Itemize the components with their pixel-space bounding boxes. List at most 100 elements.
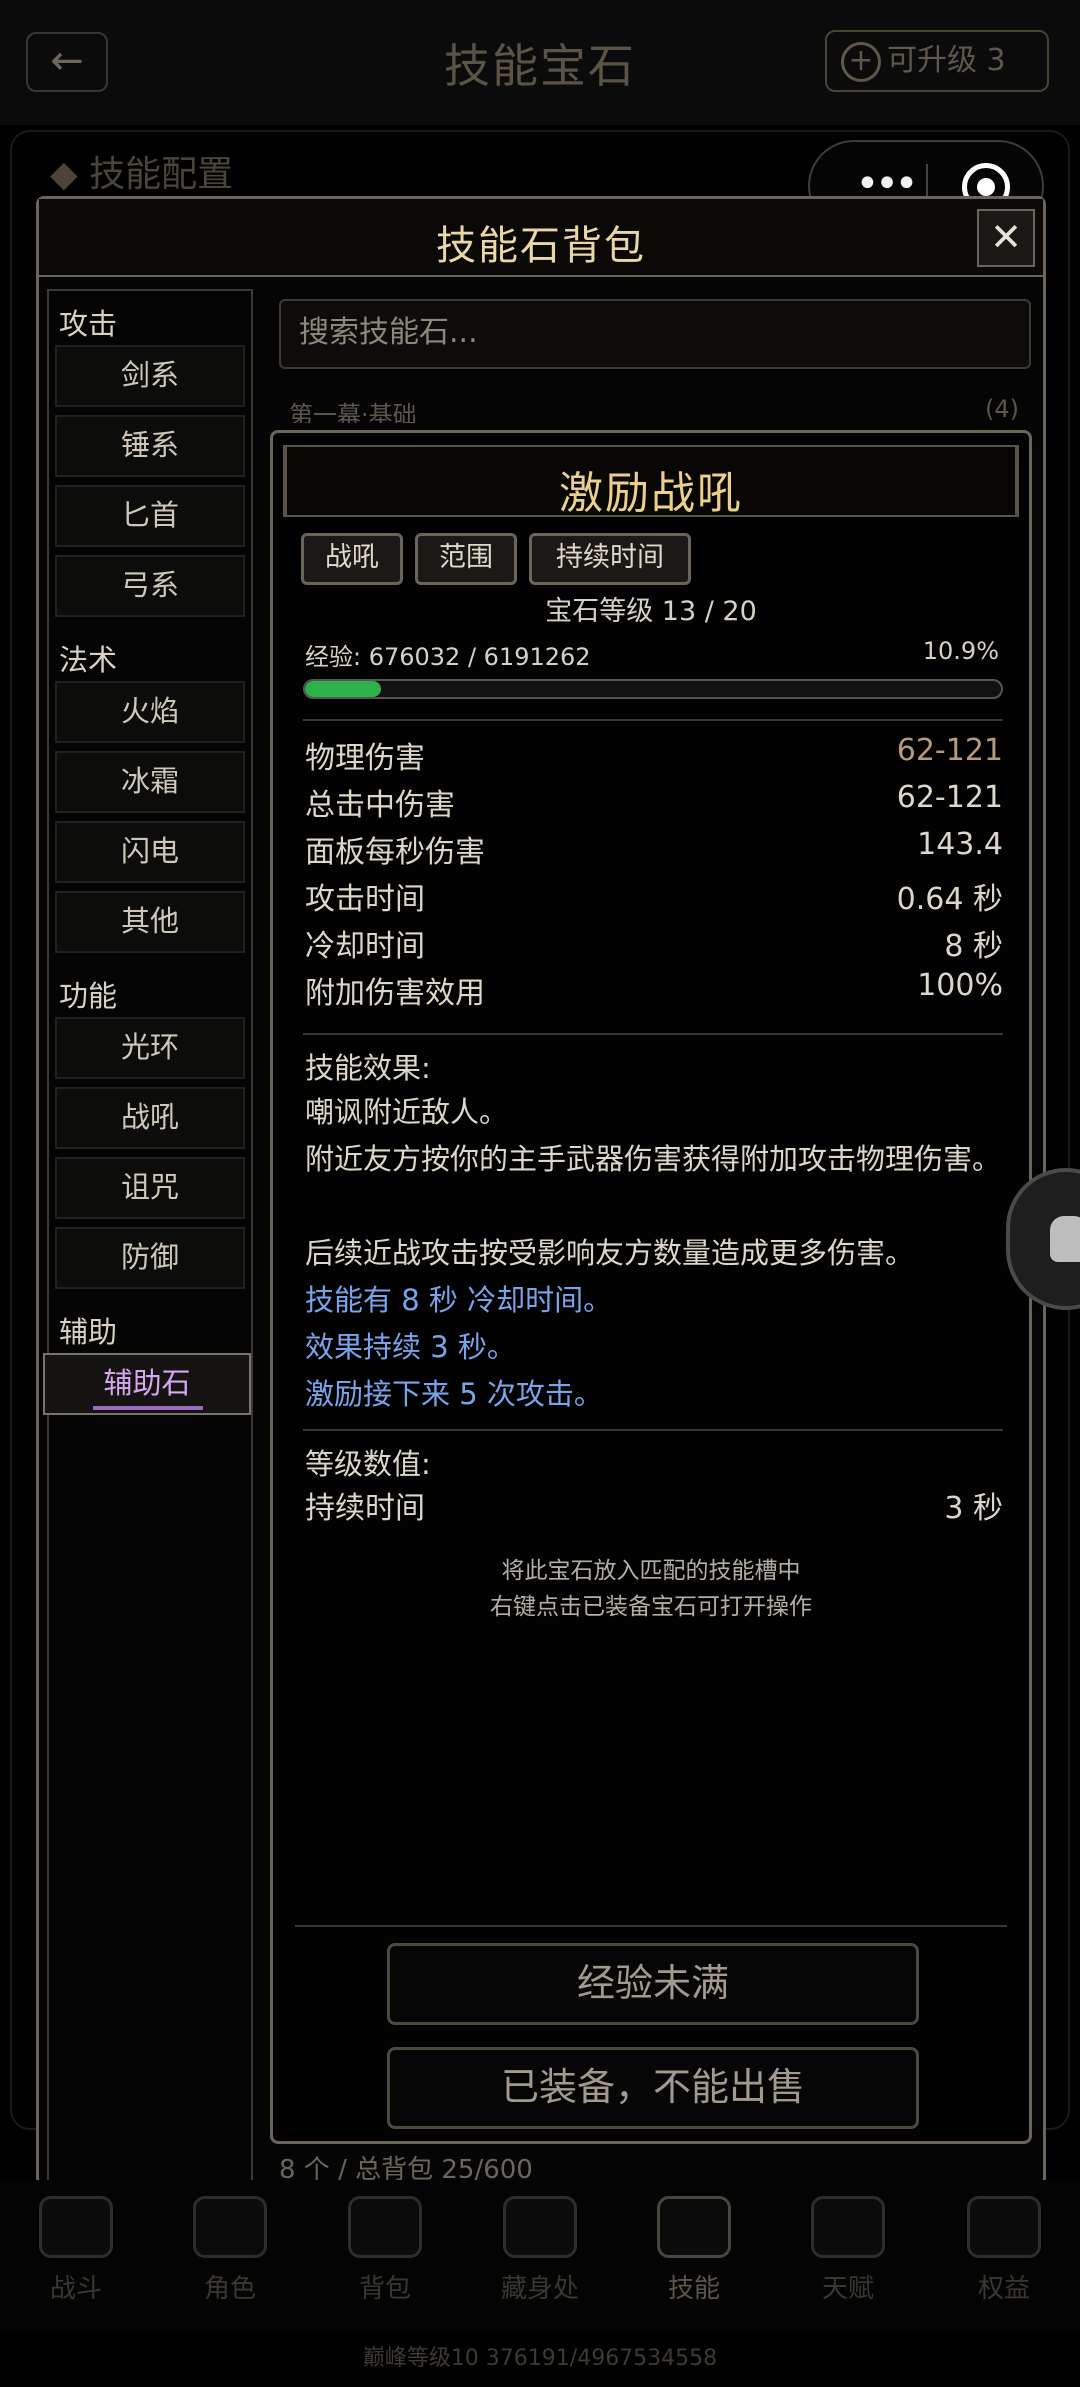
stat-value: 62-121 — [896, 780, 1003, 815]
stat-value: 0.64 秒 — [896, 882, 1003, 917]
effect-line: 效果持续 3 秒。 — [305, 1330, 516, 1364]
level-value-row: 持续时间 3 秒 — [305, 1483, 1003, 1529]
equipped-cannot-sell-button[interactable]: 已装备，不能出售 — [387, 2047, 919, 2129]
sidebar-item[interactable]: 防御 — [55, 1227, 245, 1289]
sidebar-item[interactable]: 火焰 — [55, 681, 245, 743]
stat-row: 总击中伤害 62-121 — [305, 780, 1003, 826]
sidebar-item[interactable]: 辅助石 — [43, 1353, 251, 1415]
nav-icon — [39, 2196, 113, 2258]
sidebar-item[interactable]: 诅咒 — [55, 1157, 245, 1219]
sidebar-item[interactable]: 锤系 — [55, 415, 245, 477]
exp-progress-bar — [303, 679, 1003, 699]
helmet-icon — [1050, 1216, 1080, 1262]
stat-key: 冷却时间 — [305, 929, 425, 964]
nav-icon — [811, 2196, 885, 2258]
category-title: 功能 — [59, 979, 118, 1013]
stat-value: 62-121 — [896, 733, 1003, 768]
top-header: ← 技能宝石 + 可升级 3 — [0, 0, 1080, 125]
sidebar-item[interactable]: 冰霜 — [55, 751, 245, 813]
upgradable-label: 可升级 3 — [887, 43, 1006, 78]
stat-value: 100% — [917, 968, 1003, 1003]
category-title: 攻击 — [59, 307, 118, 341]
level-values-title: 等级数值: — [305, 1447, 431, 1481]
sidebar-item[interactable]: 匕首 — [55, 485, 245, 547]
stat-row: 附加伤害效用 100% — [305, 968, 1003, 1014]
tag-warcry: 战吼 — [301, 533, 403, 585]
stat-row: 面板每秒伤害 143.4 — [305, 827, 1003, 873]
upgradable-button[interactable]: + 可升级 3 — [825, 30, 1049, 92]
divider — [303, 719, 1003, 721]
nav-item[interactable]: 藏身处 — [470, 2180, 610, 2305]
nav-label: 角色 — [203, 2274, 256, 2304]
bottom-nav: 战斗 角色 背包 藏身处 技能 天赋 权益 — [0, 2180, 1080, 2330]
bag-title: 技能石背包 — [436, 223, 646, 269]
sidebar-item[interactable]: 弓系 — [55, 555, 245, 617]
tag-area: 范围 — [415, 533, 517, 585]
exp-percent: 10.9% — [922, 637, 999, 665]
gem-detail-card: 激励战吼 战吼 范围 持续时间 宝石等级 13 / 20 经验: 676032 … — [270, 430, 1032, 2144]
stat-key: 附加伤害效用 — [305, 976, 485, 1011]
effect-title: 技能效果: — [305, 1051, 431, 1085]
nav-item[interactable]: 技能 — [624, 2180, 764, 2305]
section-header-count: (4) — [985, 395, 1019, 423]
sidebar-item[interactable]: 其他 — [55, 891, 245, 953]
stat-value: 8 秒 — [944, 929, 1003, 964]
sidebar-item[interactable]: 剑系 — [55, 345, 245, 407]
sidebar-item[interactable]: 闪电 — [55, 821, 245, 883]
peak-level: 巅峰等级10 376191/4967534558 — [362, 2346, 718, 2371]
level-value-key: 持续时间 — [305, 1491, 425, 1526]
close-button[interactable]: ✕ — [977, 209, 1035, 267]
sidebar-item[interactable]: 光环 — [55, 1017, 245, 1079]
nav-icon — [348, 2196, 422, 2258]
exp-label: 经验: 676032 / 6191262 — [305, 643, 591, 671]
divider — [295, 1925, 1007, 1927]
stat-row: 物理伤害 62-121 — [305, 733, 1003, 779]
skill-config-label: ◆ 技能配置 — [50, 154, 234, 195]
nav-label: 藏身处 — [500, 2274, 579, 2304]
sidebar-item[interactable]: 战吼 — [55, 1087, 245, 1149]
gem-name: 激励战吼 — [559, 468, 743, 519]
search-input[interactable]: 搜索技能石... — [279, 299, 1031, 369]
category-sidebar: 攻击剑系锤系匕首弓系法术火焰冰霜闪电其他功能光环战吼诅咒防御辅助辅助石 — [43, 289, 253, 2185]
tag-duration: 持续时间 — [529, 533, 691, 585]
stat-row: 攻击时间 0.64 秒 — [305, 874, 1003, 920]
divider — [303, 1033, 1003, 1035]
hint-line: 将此宝石放入匹配的技能槽中 — [501, 1558, 801, 1584]
category-title: 辅助 — [59, 1315, 118, 1349]
stat-key: 攻击时间 — [305, 882, 425, 917]
stat-key: 面板每秒伤害 — [305, 835, 485, 870]
effect-line: 嘲讽附近敌人。 — [305, 1095, 509, 1129]
nav-label: 战斗 — [49, 2274, 102, 2304]
nav-label: 天赋 — [821, 2274, 874, 2304]
category-title: 法术 — [59, 643, 118, 677]
stat-key: 物理伤害 — [305, 741, 425, 776]
nav-label: 权益 — [977, 2274, 1030, 2304]
nav-item[interactable]: 权益 — [934, 2180, 1074, 2305]
effect-line: 激励接下来 5 次攻击。 — [305, 1377, 603, 1411]
plus-circle-icon: + — [841, 42, 881, 82]
exp-not-full-button[interactable]: 经验未满 — [387, 1943, 919, 2025]
stat-value: 143.4 — [917, 827, 1003, 862]
gem-name-header: 激励战吼 — [283, 445, 1019, 519]
stat-row: 冷却时间 8 秒 — [305, 921, 1003, 967]
nav-icon — [503, 2196, 577, 2258]
divider — [303, 1429, 1003, 1431]
exp-progress-fill — [305, 681, 381, 697]
nav-label: 背包 — [358, 2274, 411, 2304]
nav-item[interactable]: 背包 — [315, 2180, 455, 2305]
nav-label: 技能 — [667, 2274, 720, 2304]
effect-line: 附近友方按你的主手武器伤害获得附加攻击物理伤害。 — [305, 1142, 1002, 1176]
nav-icon — [193, 2196, 267, 2258]
hint-line: 右键点击已装备宝石可打开操作 — [490, 1594, 812, 1620]
gem-level: 宝石等级 13 / 20 — [545, 596, 757, 627]
nav-icon — [657, 2196, 731, 2258]
bag-titlebar: 技能石背包 ✕ — [39, 199, 1043, 277]
section-header-title: 第一幕·基础 — [289, 401, 417, 423]
effect-line: 后续近战攻击按受影响友方数量造成更多伤害。 — [305, 1236, 915, 1270]
nav-item[interactable]: 角色 — [160, 2180, 300, 2305]
nav-item[interactable]: 战斗 — [6, 2180, 146, 2305]
nav-item[interactable]: 天赋 — [778, 2180, 918, 2305]
level-value-value: 3 秒 — [944, 1491, 1003, 1526]
section-header: 第一幕·基础 (4) — [289, 395, 1029, 423]
effect-line: 技能有 8 秒 冷却时间。 — [305, 1283, 613, 1317]
